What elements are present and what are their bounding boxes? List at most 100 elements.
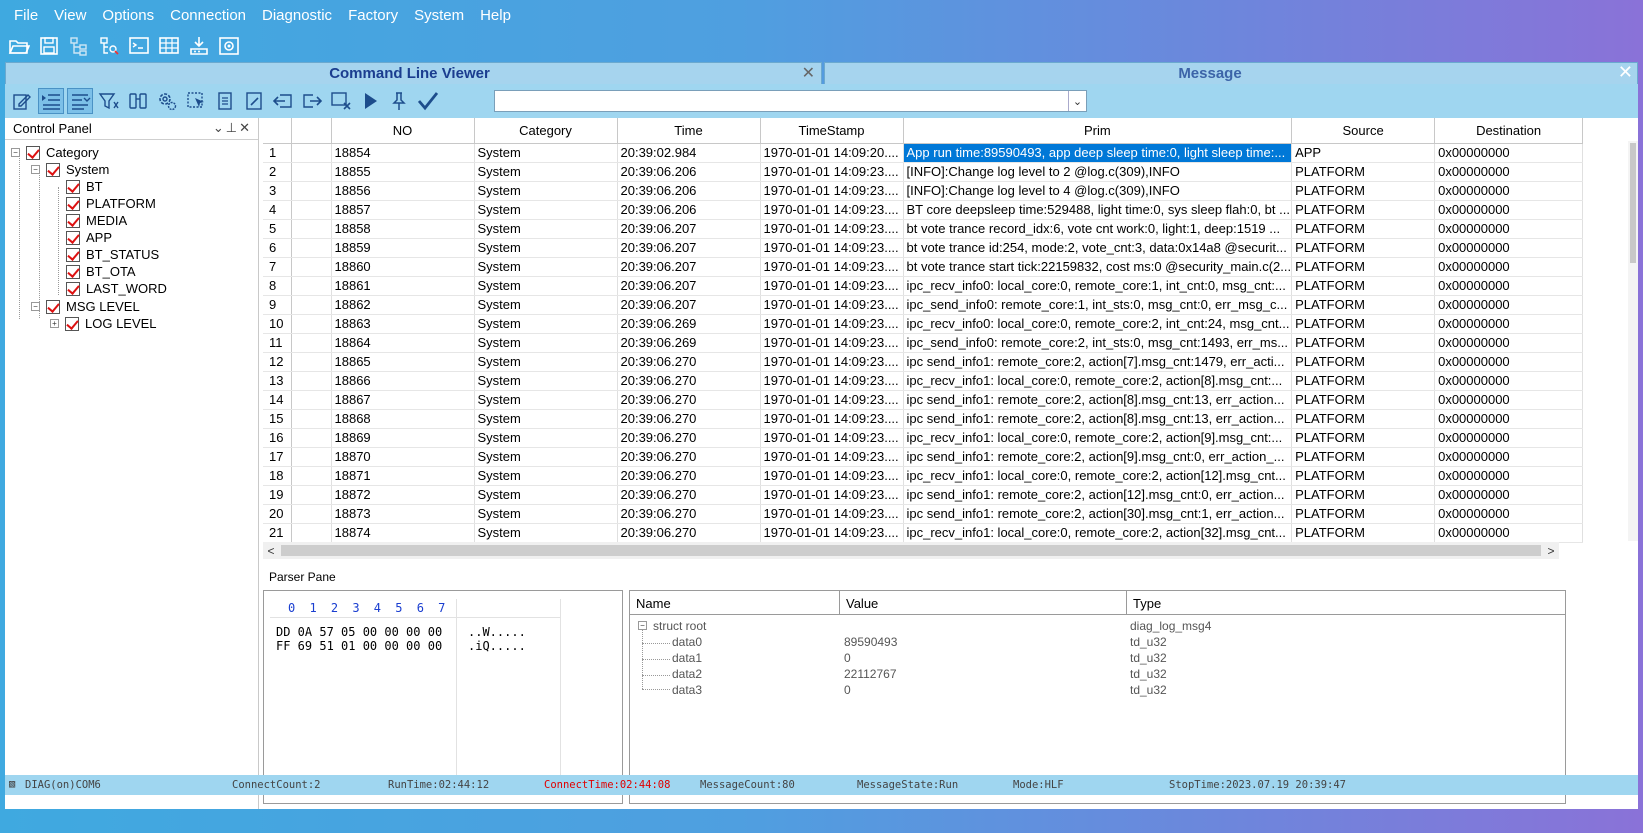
table-row[interactable]: 1 18854 System 20:39:02.984 1970-01-01 14:09… bbox=[263, 143, 1584, 163]
cell-index[interactable]: 11 bbox=[263, 333, 292, 353]
cell-category[interactable]: System bbox=[474, 371, 618, 391]
cell-destination[interactable]: 0x00000000 bbox=[1434, 219, 1584, 239]
cell-source[interactable]: PLATFORM bbox=[1291, 504, 1436, 524]
checkbox-checked-icon[interactable] bbox=[66, 281, 80, 296]
scrollbar-thumb[interactable] bbox=[281, 545, 1541, 556]
cell-source[interactable]: PLATFORM bbox=[1291, 409, 1436, 429]
cell-index[interactable]: 1 bbox=[263, 143, 292, 163]
cell-timestamp[interactable]: 1970-01-01 14:09:23.... bbox=[760, 162, 904, 182]
cell-marker[interactable] bbox=[291, 371, 332, 391]
cell-category[interactable]: System bbox=[474, 295, 618, 315]
cell-timestamp[interactable]: 1970-01-01 14:09:23.... bbox=[760, 428, 904, 448]
tree-node-bt[interactable]: BT bbox=[66, 178, 103, 195]
table-row[interactable]: 11 18864 System 20:39:06.269 1970-01-01 14:0… bbox=[263, 333, 1584, 353]
cell-source[interactable]: PLATFORM bbox=[1291, 219, 1436, 239]
column-header-name[interactable]: Name bbox=[630, 591, 840, 615]
cell-destination[interactable]: 0x00000000 bbox=[1434, 333, 1584, 353]
cell-time[interactable]: 20:39:06.206 bbox=[617, 200, 761, 220]
checkbox-checked-icon[interactable] bbox=[65, 316, 79, 331]
menu-view[interactable]: View bbox=[46, 7, 94, 24]
cell-marker[interactable] bbox=[291, 181, 332, 201]
cell-time[interactable]: 20:39:06.270 bbox=[617, 352, 761, 372]
cell-time[interactable]: 20:39:06.270 bbox=[617, 447, 761, 467]
menu-connection[interactable]: Connection bbox=[162, 7, 254, 24]
table-row[interactable]: 3 18856 System 20:39:06.206 1970-01-01 14:09… bbox=[263, 181, 1584, 201]
cell-time[interactable]: 20:39:06.270 bbox=[617, 504, 761, 524]
cell-timestamp[interactable]: 1970-01-01 14:09:23.... bbox=[760, 200, 904, 220]
table-row[interactable]: 9 18862 System 20:39:06.207 1970-01-01 14:09… bbox=[263, 295, 1584, 315]
cell-index[interactable]: 7 bbox=[263, 257, 292, 277]
cell-source[interactable]: PLATFORM bbox=[1291, 485, 1436, 505]
cell-prim[interactable]: ipc_send_info0: remote_core:2, int_sts:0… bbox=[903, 333, 1293, 353]
menu-help[interactable]: Help bbox=[472, 7, 519, 24]
clear-selection-icon[interactable] bbox=[328, 88, 354, 114]
tree-node-last-word[interactable]: LAST_WORD bbox=[66, 280, 167, 297]
cell-prim[interactable]: [INFO]:Change log level to 2 @log.c(309)… bbox=[903, 162, 1293, 182]
cell-marker[interactable] bbox=[291, 390, 332, 410]
cell-index[interactable]: 13 bbox=[263, 371, 292, 391]
table-row[interactable]: 8 18861 System 20:39:06.207 1970-01-01 14:09… bbox=[263, 276, 1584, 296]
cell-prim[interactable]: BT core deepsleep time:529488, light tim… bbox=[903, 200, 1293, 220]
checkbox-checked-icon[interactable] bbox=[66, 230, 80, 245]
table-row[interactable]: 10 18863 System 20:39:06.269 1970-01-01 14:0… bbox=[263, 314, 1584, 334]
cell-index[interactable]: 21 bbox=[263, 523, 292, 543]
edit-document-icon[interactable] bbox=[241, 88, 267, 114]
cell-destination[interactable]: 0x00000000 bbox=[1434, 485, 1584, 505]
cell-destination[interactable]: 0x00000000 bbox=[1434, 447, 1584, 467]
cell-timestamp[interactable]: 1970-01-01 14:09:20.... bbox=[760, 143, 904, 163]
checkbox-checked-icon[interactable] bbox=[46, 162, 60, 177]
cell-category[interactable]: System bbox=[474, 485, 618, 505]
cell-category[interactable]: System bbox=[474, 447, 618, 467]
cell-category[interactable]: System bbox=[474, 181, 618, 201]
cell-time[interactable]: 20:39:06.207 bbox=[617, 276, 761, 296]
cell-no[interactable]: 18874 bbox=[331, 523, 475, 543]
export-icon[interactable] bbox=[299, 88, 325, 114]
cell-destination[interactable]: 0x00000000 bbox=[1434, 390, 1584, 410]
cell-marker[interactable] bbox=[291, 276, 332, 296]
cell-index[interactable]: 14 bbox=[263, 390, 292, 410]
cell-timestamp[interactable]: 1970-01-01 14:09:23.... bbox=[760, 466, 904, 486]
tree-node-app[interactable]: APP bbox=[66, 229, 112, 246]
cell-source[interactable]: PLATFORM bbox=[1291, 200, 1436, 220]
cell-prim[interactable]: ipc_recv_info1: local_core:0, remote_cor… bbox=[903, 466, 1293, 486]
cell-prim[interactable]: ipc send_info1: remote_core:2, action[12… bbox=[903, 485, 1293, 505]
cell-time[interactable]: 20:39:06.270 bbox=[617, 409, 761, 429]
tree-node-category[interactable]: − Category bbox=[11, 144, 99, 161]
cell-source[interactable]: PLATFORM bbox=[1291, 447, 1436, 467]
cell-destination[interactable]: 0x00000000 bbox=[1434, 162, 1584, 182]
cell-timestamp[interactable]: 1970-01-01 14:09:23.... bbox=[760, 504, 904, 524]
cell-no[interactable]: 18866 bbox=[331, 371, 475, 391]
tree-node-platform[interactable]: PLATFORM bbox=[66, 195, 156, 212]
cell-category[interactable]: System bbox=[474, 143, 618, 163]
cell-marker[interactable] bbox=[291, 447, 332, 467]
cell-source[interactable]: PLATFORM bbox=[1291, 257, 1436, 277]
column-header-destination[interactable]: Destination bbox=[1434, 118, 1584, 144]
cell-marker[interactable] bbox=[291, 295, 332, 315]
table-row[interactable]: 21 18874 System 20:39:06.270 1970-01-01 14:0… bbox=[263, 523, 1584, 543]
cell-timestamp[interactable]: 1970-01-01 14:09:23.... bbox=[760, 409, 904, 429]
cell-destination[interactable]: 0x00000000 bbox=[1434, 352, 1584, 372]
cell-index[interactable]: 17 bbox=[263, 447, 292, 467]
cell-prim[interactable]: ipc send_info1: remote_core:2, action[8]… bbox=[903, 390, 1293, 410]
cell-destination[interactable]: 0x00000000 bbox=[1434, 523, 1584, 543]
cell-index[interactable]: 15 bbox=[263, 409, 292, 429]
cell-source[interactable]: PLATFORM bbox=[1291, 162, 1436, 182]
cell-category[interactable]: System bbox=[474, 504, 618, 524]
filter-combobox[interactable]: ⌄ bbox=[494, 90, 1087, 112]
cell-no[interactable]: 18873 bbox=[331, 504, 475, 524]
cell-marker[interactable] bbox=[291, 352, 332, 372]
cell-no[interactable]: 18870 bbox=[331, 447, 475, 467]
column-header-category[interactable]: Category bbox=[474, 118, 618, 144]
cell-marker[interactable] bbox=[291, 504, 332, 524]
column-header-no[interactable]: NO bbox=[331, 118, 475, 144]
cell-source[interactable]: PLATFORM bbox=[1291, 238, 1436, 258]
cell-marker[interactable] bbox=[291, 143, 332, 163]
collapse-icon[interactable]: − bbox=[638, 621, 647, 630]
horizontal-scrollbar[interactable]: < > bbox=[263, 542, 1559, 559]
cell-timestamp[interactable]: 1970-01-01 14:09:23.... bbox=[760, 257, 904, 277]
cell-destination[interactable]: 0x00000000 bbox=[1434, 466, 1584, 486]
cell-no[interactable]: 18854 bbox=[331, 143, 475, 163]
column-header-time[interactable]: Time bbox=[617, 118, 761, 144]
cell-time[interactable]: 20:39:06.207 bbox=[617, 219, 761, 239]
cell-category[interactable]: System bbox=[474, 390, 618, 410]
